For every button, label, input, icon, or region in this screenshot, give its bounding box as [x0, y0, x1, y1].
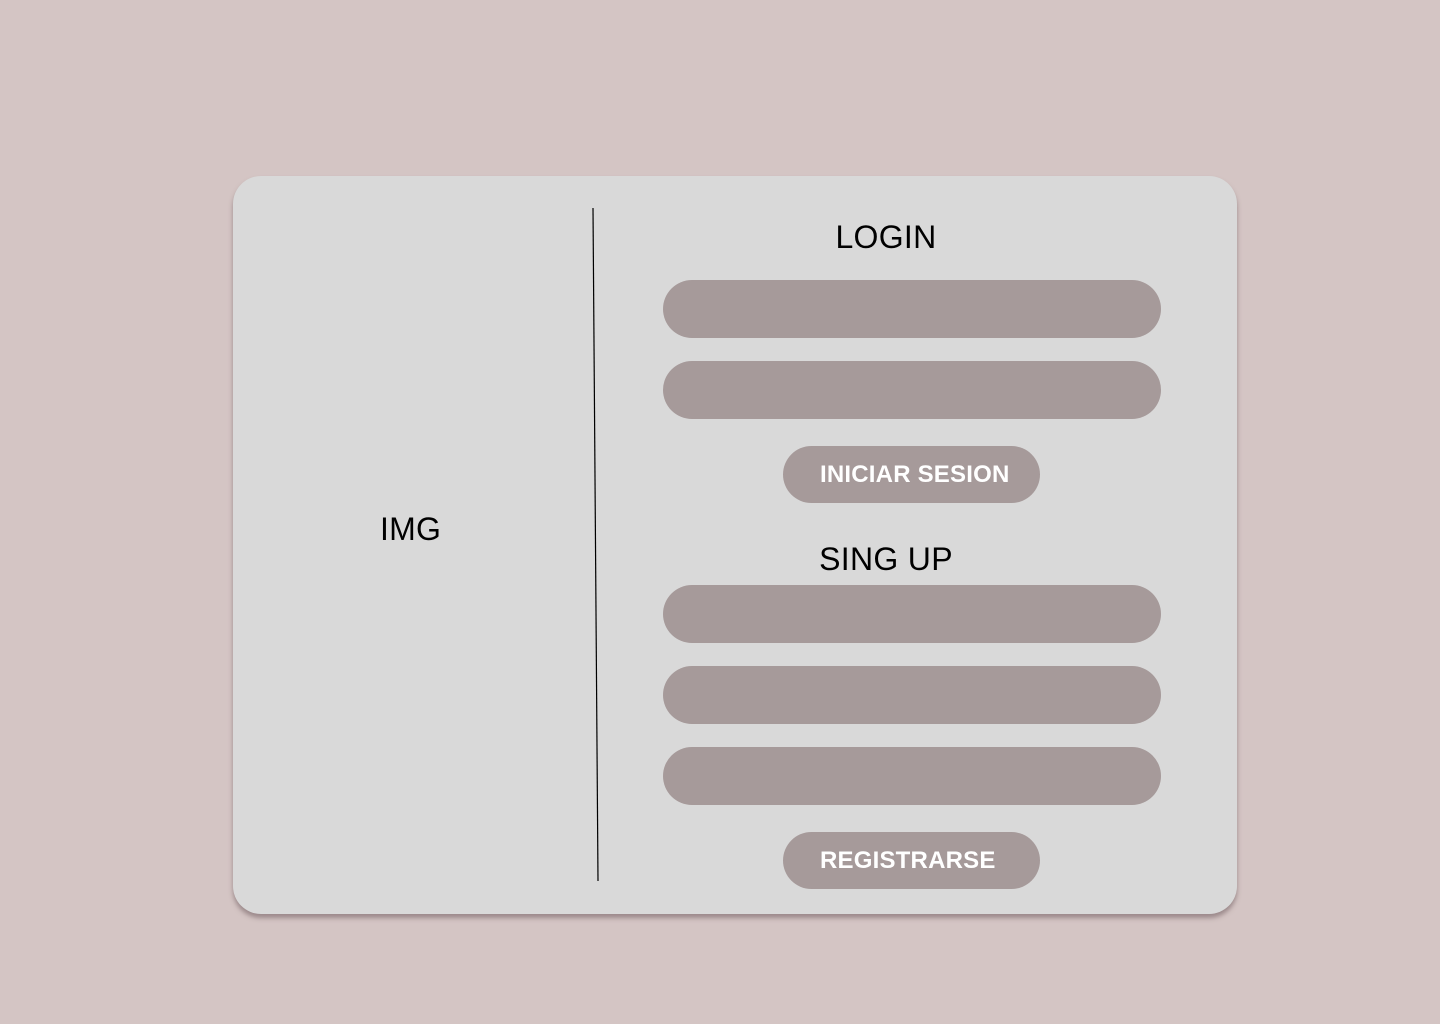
signup-title: SING UP [819, 541, 953, 577]
auth-card: IMG LOGIN INICIAR SESION SING UP REGISTR… [233, 176, 1237, 914]
login-title: LOGIN [835, 219, 937, 255]
image-placeholder: IMG [233, 176, 593, 914]
signup-field-1-input[interactable] [663, 585, 1161, 643]
signup-field-3-input[interactable] [663, 747, 1161, 805]
signup-field-2-input[interactable] [663, 666, 1161, 724]
login-username-input[interactable] [663, 280, 1161, 338]
signup-submit-button[interactable]: REGISTRARSE [783, 832, 1040, 889]
image-placeholder-label: IMG [380, 511, 442, 547]
login-submit-button[interactable]: INICIAR SESION [783, 446, 1040, 503]
page: IMG LOGIN INICIAR SESION SING UP REGISTR… [0, 0, 1440, 1024]
login-password-input[interactable] [663, 361, 1161, 419]
